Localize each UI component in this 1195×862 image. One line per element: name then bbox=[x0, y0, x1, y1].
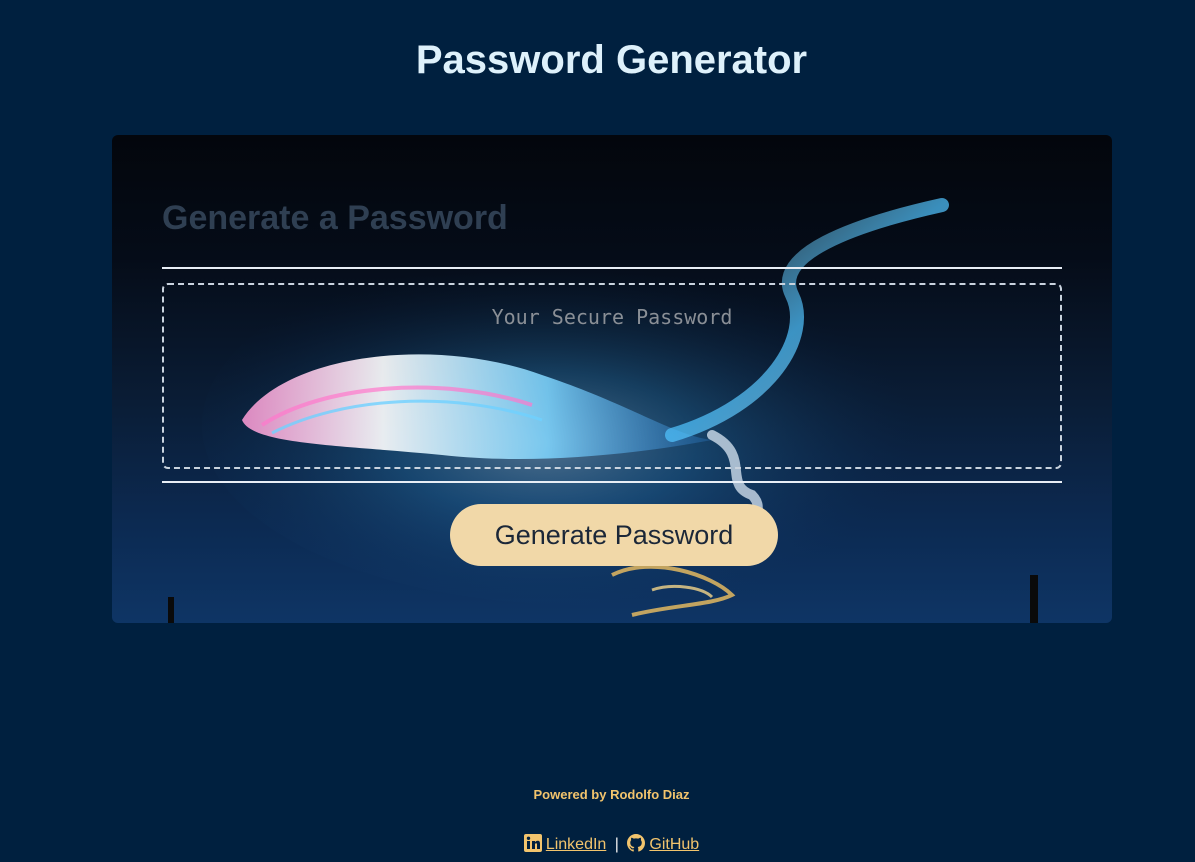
page: Password Generator Generate a Password Y… bbox=[0, 0, 1195, 862]
footer-links: LinkedIn | GitHub bbox=[0, 834, 1195, 854]
linkedin-link[interactable]: LinkedIn bbox=[546, 836, 607, 853]
linkedin-icon bbox=[523, 834, 542, 852]
password-card: Generate a Password Generate Password bbox=[112, 135, 1112, 623]
github-icon bbox=[627, 834, 646, 852]
footer-separator: | bbox=[614, 836, 619, 853]
generate-password-button[interactable]: Generate Password bbox=[450, 504, 778, 566]
password-output[interactable] bbox=[162, 283, 1062, 469]
divider-bottom bbox=[162, 481, 1062, 483]
page-title: Password Generator bbox=[415, 38, 808, 82]
divider-top bbox=[162, 267, 1062, 269]
github-link[interactable]: GitHub bbox=[649, 836, 699, 853]
card-heading: Generate a Password bbox=[162, 199, 508, 237]
powered-by-text: Powered by Rodolfo Diaz bbox=[533, 787, 690, 802]
